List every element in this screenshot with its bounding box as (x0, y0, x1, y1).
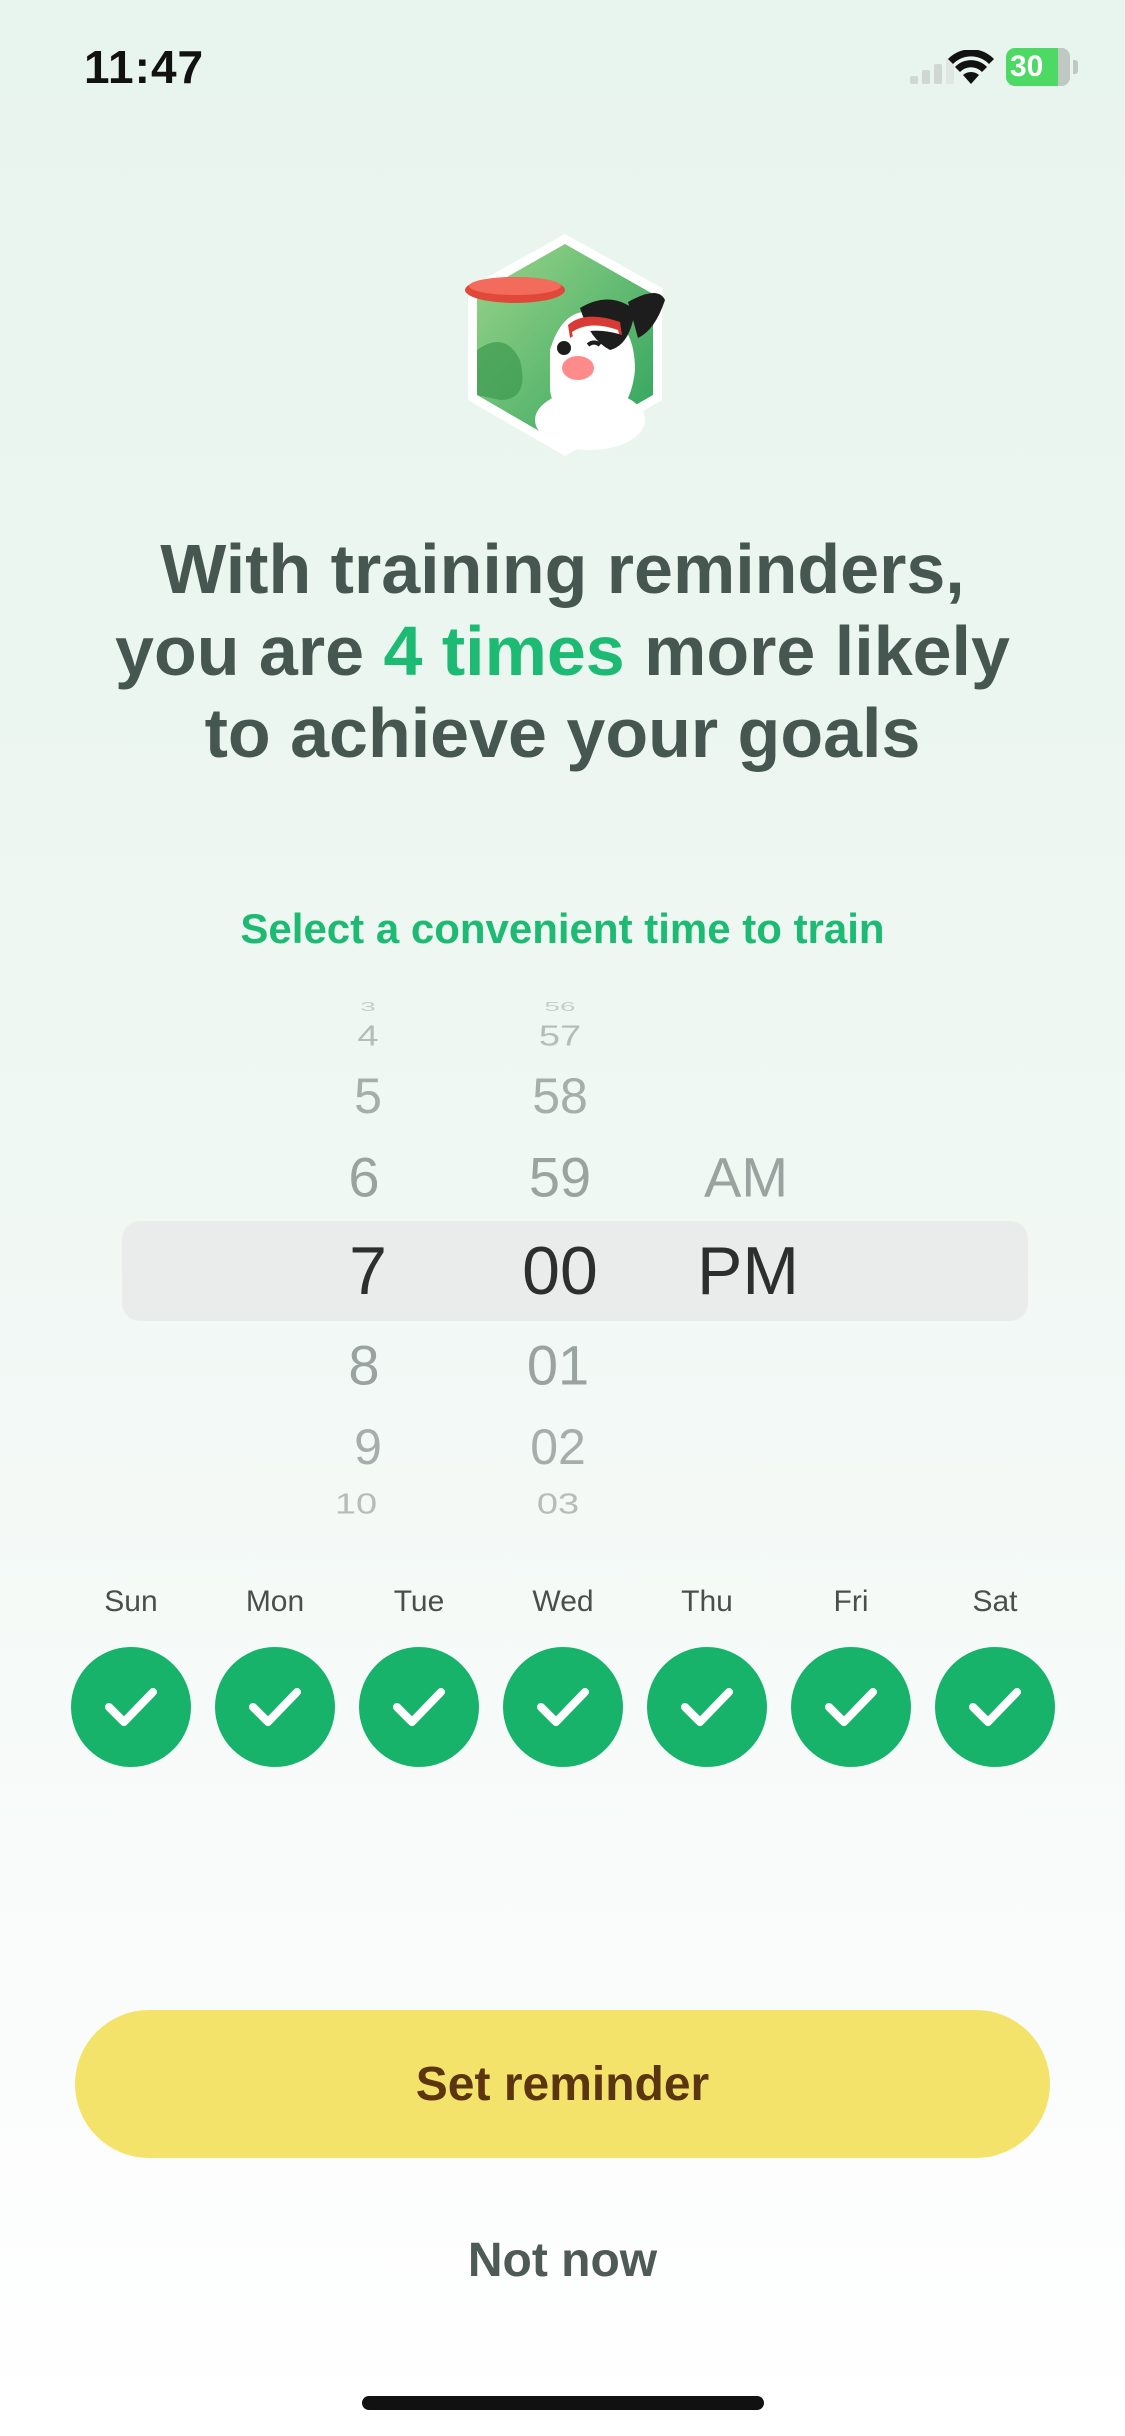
checkmark-icon (393, 1688, 445, 1726)
headline-line-3: to achieve your goals (204, 694, 921, 772)
not-now-button[interactable]: Not now (380, 2220, 745, 2300)
hour-option[interactable]: 5 (354, 1067, 382, 1125)
hour-option[interactable]: 9 (354, 1418, 382, 1476)
battery-level: 30 (1010, 50, 1044, 83)
minute-option[interactable]: 59 (529, 1145, 591, 1210)
day-toggle[interactable] (215, 1647, 335, 1767)
status-bar: 11:47 30 (0, 0, 1125, 135)
wifi-icon (948, 50, 994, 84)
time-picker-prompt: Select a convenient time to train (240, 905, 885, 952)
day-toggle[interactable] (647, 1647, 767, 1767)
checkmark-icon (537, 1688, 589, 1726)
checkmark-icon (969, 1688, 1021, 1726)
day-label: Thu (681, 1585, 733, 1618)
day-thu[interactable]: Thu (647, 1585, 767, 1767)
day-label: Fri (833, 1585, 869, 1618)
hour-option[interactable]: 8 (348, 1333, 379, 1398)
hour-selected[interactable]: 7 (349, 1232, 387, 1310)
home-indicator[interactable] (362, 2396, 764, 2410)
period-option[interactable]: AM (704, 1145, 788, 1210)
headline-line-1: With training reminders, (160, 530, 965, 608)
day-mon[interactable]: Mon (215, 1585, 335, 1767)
period-selected[interactable]: PM (697, 1232, 799, 1310)
status-time: 11:47 (84, 41, 205, 93)
hour-option[interactable]: 3 (360, 1000, 376, 1014)
day-wed[interactable]: Wed (503, 1585, 623, 1767)
weekday-selector: Sun Mon Tue Wed Thu Fri Sat (0, 1585, 1125, 1775)
day-fri[interactable]: Fri (791, 1585, 911, 1767)
checkmark-icon (825, 1688, 877, 1726)
hour-option[interactable]: 4 (357, 1021, 378, 1053)
headline: With training reminders, you are 4 times… (40, 528, 1085, 774)
day-toggle[interactable] (503, 1647, 623, 1767)
day-tue[interactable]: Tue (359, 1585, 479, 1767)
day-toggle[interactable] (359, 1647, 479, 1767)
day-label: Tue (393, 1585, 445, 1618)
minute-option[interactable]: 03 (537, 1489, 579, 1521)
day-label: Wed (532, 1585, 594, 1618)
day-sun[interactable]: Sun (71, 1585, 191, 1767)
headline-line-2-end: more likely (624, 612, 1010, 690)
day-toggle[interactable] (71, 1647, 191, 1767)
minute-option[interactable]: 58 (532, 1067, 588, 1125)
day-label: Sat (972, 1585, 1018, 1618)
minute-option[interactable]: 01 (527, 1333, 589, 1398)
headline-line-2-start: you are (115, 612, 384, 690)
time-picker[interactable]: 3 4 5 6 7 8 9 10 56 57 58 59 00 01 02 03… (0, 995, 1125, 1540)
headline-line-2: you are 4 times more likely (40, 610, 1085, 692)
day-label: Mon (245, 1585, 305, 1618)
headline-highlight: 4 times (383, 612, 625, 690)
minute-option[interactable]: 02 (530, 1418, 586, 1476)
checkmark-icon (105, 1688, 157, 1726)
hour-option[interactable]: 10 (335, 1489, 377, 1521)
day-toggle[interactable] (791, 1647, 911, 1767)
hour-option[interactable]: 6 (348, 1145, 379, 1210)
minute-option[interactable]: 57 (539, 1021, 581, 1053)
battery-icon: 30 (1006, 48, 1078, 86)
set-reminder-button[interactable]: Set reminder (75, 2010, 1050, 2158)
day-label: Sun (104, 1585, 158, 1618)
minute-option[interactable]: 56 (544, 1000, 575, 1014)
day-sat[interactable]: Sat (935, 1585, 1055, 1767)
checkmark-icon (249, 1688, 301, 1726)
minute-selected[interactable]: 00 (522, 1232, 598, 1310)
dog-with-frisbee-badge-icon (465, 234, 665, 456)
day-toggle[interactable] (935, 1647, 1055, 1767)
checkmark-icon (681, 1688, 733, 1726)
